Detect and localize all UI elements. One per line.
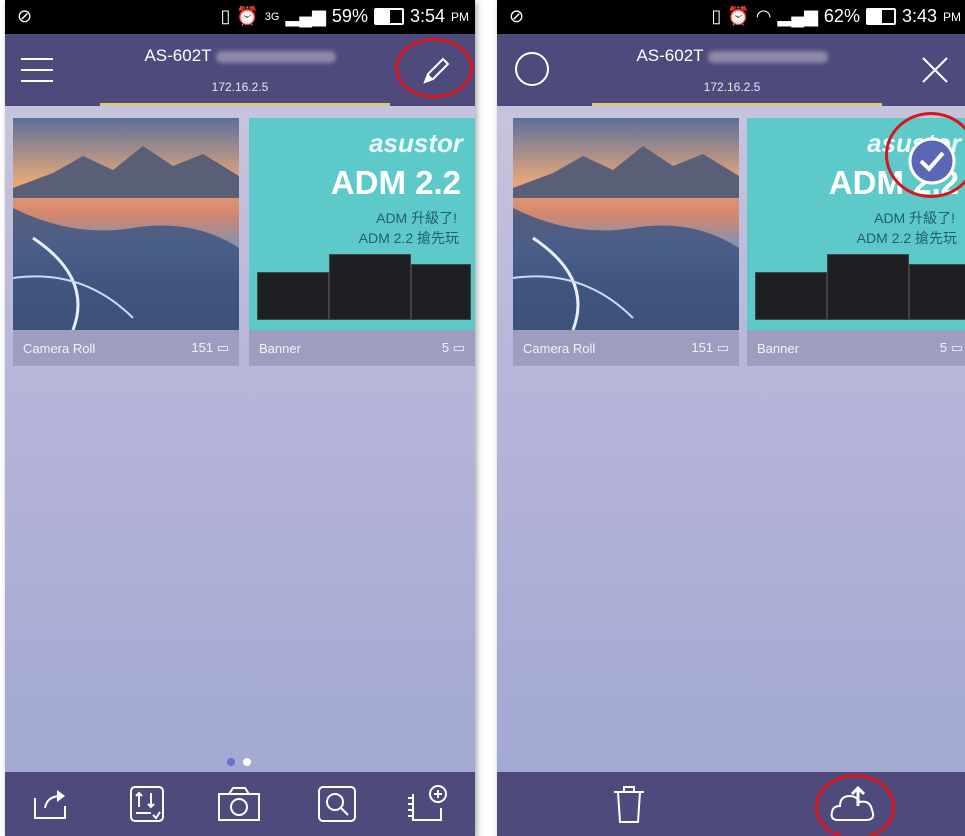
alarm-icon: ⏰ <box>236 6 259 26</box>
signal-icon: ▂▄▆ <box>285 6 326 26</box>
wifi-icon: ◠ <box>755 6 772 26</box>
battery-percent: 62% <box>823 6 860 26</box>
album-card-camera-roll[interactable]: Camera Roll 151 ▭ <box>513 118 739 366</box>
album-thumbnail <box>513 118 739 330</box>
landscape-image <box>513 146 739 330</box>
add-album-icon <box>408 785 447 821</box>
phone-screen-right: ⊘ ▯ ⏰ ◠ ▂▄▆ 62% 3:43 PM AS-602T 172.16.2… <box>497 0 965 836</box>
page-indicator <box>227 758 251 766</box>
search-icon <box>318 786 356 822</box>
network-type-label: 3G <box>264 10 280 23</box>
battery-percent: 59% <box>331 6 368 26</box>
vibrate-icon: ▯ <box>711 6 722 26</box>
album-count: 151 ▭ <box>191 340 229 355</box>
battery-icon <box>373 8 404 25</box>
clock-time: 3:54 <box>409 6 445 26</box>
highlight-circle <box>815 774 895 836</box>
device-ip: 172.16.2.5 <box>703 80 761 94</box>
status-bar: ⊘ ▯ ⏰ 3G ▂▄▆ 59% 3:54 PM <box>5 0 475 34</box>
clock-time: 3:43 <box>901 6 937 26</box>
device-title: AS-602T <box>497 46 965 66</box>
notification-icon: ⊘ <box>509 6 525 26</box>
top-app-bar: AS-602T 172.16.2.5 <box>5 34 475 106</box>
landscape-image <box>13 146 239 330</box>
banner-line-2: ADM 2.2 搶先玩 <box>856 230 957 246</box>
highlight-circle <box>395 38 473 98</box>
vibrate-icon: ▯ <box>220 6 231 26</box>
album-name: Banner <box>259 340 301 356</box>
banner-line-1: ADM 升級了! <box>874 210 955 226</box>
sort-button[interactable] <box>123 780 171 828</box>
delete-button[interactable] <box>605 780 653 828</box>
bottom-toolbar <box>5 772 475 836</box>
album-count: 5 ▭ <box>939 340 963 355</box>
signal-icon: ▂▄▆ <box>777 6 818 26</box>
album-name: Banner <box>757 340 799 356</box>
nas-device-image <box>411 264 471 320</box>
photo-count-icon: ▭ <box>716 340 729 355</box>
nas-device-image <box>909 264 965 320</box>
nas-device-image <box>329 254 411 320</box>
album-name: Camera Roll <box>23 340 96 356</box>
album-name: Camera Roll <box>523 340 596 356</box>
sort-icon <box>130 786 164 822</box>
nas-device-image <box>755 272 827 320</box>
battery-icon <box>865 8 896 25</box>
nas-device-image <box>827 254 909 320</box>
nas-device-image <box>257 272 329 320</box>
close-icon <box>922 57 948 83</box>
clock-ampm: PM <box>943 9 961 24</box>
add-album-button[interactable] <box>403 780 451 828</box>
photo-count-icon: ▭ <box>950 340 963 355</box>
top-app-bar: AS-602T 172.16.2.5 <box>497 34 965 106</box>
page-dot <box>227 758 235 766</box>
album-grid: Camera Roll 151 ▭ asustor ADM 2.2 ADM 升級… <box>5 106 475 772</box>
album-card-banner[interactable]: asustor ADM 2.2 ADM 升級了! ADM 2.2 搶先玩 Ban… <box>747 112 965 366</box>
phone-screen-left: ⊘ ▯ ⏰ 3G ▂▄▆ 59% 3:54 PM AS-602T 172.16.… <box>5 0 475 836</box>
album-thumbnail <box>13 118 239 330</box>
banner-line-2: ADM 2.2 搶先玩 <box>358 230 459 246</box>
banner-brand-text: asustor <box>369 128 463 158</box>
album-grid: Camera Roll 151 ▭ asustor ADM 2.2 ADM 升級… <box>497 106 965 772</box>
camera-icon <box>218 787 260 821</box>
photo-count-icon: ▭ <box>452 340 465 355</box>
share-button[interactable] <box>27 780 75 828</box>
album-count: 151 ▭ <box>691 340 729 355</box>
clock-ampm: PM <box>451 9 469 24</box>
notification-icon: ⊘ <box>17 6 33 26</box>
trash-icon <box>614 786 644 823</box>
bottom-toolbar <box>497 772 965 836</box>
album-count: 5 ▭ <box>441 340 465 355</box>
page-dot <box>243 758 251 766</box>
album-thumbnail: asustor ADM 2.2 ADM 升級了! ADM 2.2 搶先玩 <box>249 118 475 330</box>
album-card-camera-roll[interactable]: Camera Roll 151 ▭ <box>13 118 239 366</box>
close-button[interactable] <box>915 50 955 90</box>
banner-line-1: ADM 升級了! <box>376 210 457 226</box>
album-card-banner[interactable]: asustor ADM 2.2 ADM 升級了! ADM 2.2 搶先玩 Ban… <box>249 118 475 366</box>
status-bar: ⊘ ▯ ⏰ ◠ ▂▄▆ 62% 3:43 PM <box>497 0 965 34</box>
camera-button[interactable] <box>215 780 263 828</box>
photo-count-icon: ▭ <box>216 340 229 355</box>
alarm-icon: ⏰ <box>727 6 750 26</box>
banner-adm-text: ADM 2.2 <box>330 164 461 201</box>
share-icon <box>34 790 66 819</box>
search-button[interactable] <box>313 780 361 828</box>
